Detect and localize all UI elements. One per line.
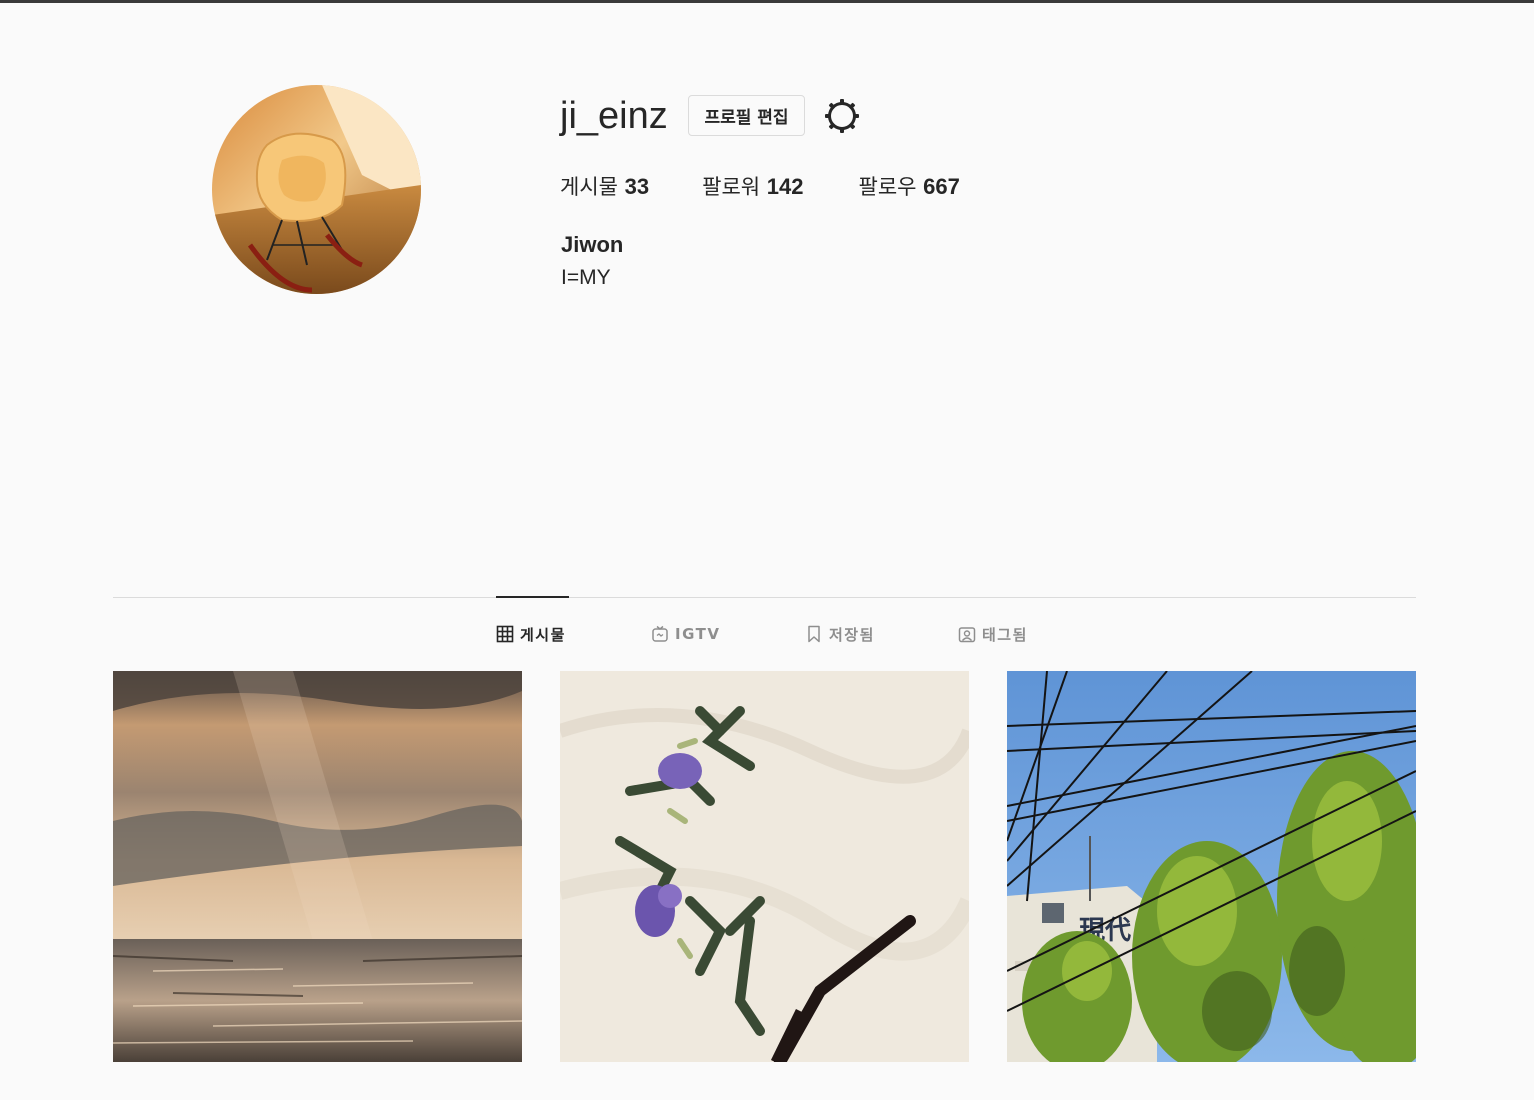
- posts-label: 게시물: [560, 175, 618, 199]
- posts-stat: 게시물 33: [560, 172, 649, 202]
- profile-username: ji_einz: [560, 95, 668, 137]
- profile-stats: 게시물 33 팔로워 142 팔로우 667: [560, 172, 960, 202]
- igtv-icon: [652, 625, 668, 642]
- tab-tagged[interactable]: 태그됨: [958, 622, 1028, 646]
- followers-count: 142: [766, 174, 804, 199]
- followers-stat[interactable]: 팔로워 142: [702, 172, 803, 202]
- tab-igtv-label: IGTV: [675, 625, 721, 643]
- tab-posts-label: 게시물: [520, 625, 566, 644]
- tagged-icon: [958, 627, 976, 643]
- active-tab-indicator: [496, 596, 569, 598]
- following-label: 팔로우: [858, 175, 917, 199]
- tab-saved-label: 저장됨: [829, 625, 875, 644]
- tabs-divider: [113, 597, 1416, 598]
- bookmark-icon: [808, 625, 820, 643]
- window-top-border: [0, 0, 1534, 3]
- edit-profile-button[interactable]: 프로필 편집: [688, 95, 805, 136]
- settings-gear-icon[interactable]: [823, 97, 861, 135]
- following-stat[interactable]: 팔로우 667: [859, 172, 960, 202]
- sea-sunset-image: [113, 671, 522, 1062]
- avatar-chair-image: [212, 85, 421, 294]
- post-thumbnail-sea-sunset[interactable]: [113, 671, 522, 1062]
- post-thumbnail-power-lines-trees[interactable]: 現代: [1007, 671, 1416, 1062]
- post-thumbnail-floral-sweater[interactable]: [560, 671, 969, 1062]
- power-lines-trees-image: 現代: [1007, 671, 1416, 1062]
- profile-full-name: Jiwon: [561, 232, 624, 257]
- following-count: 667: [923, 174, 960, 199]
- profile-bio: I=MY: [561, 266, 611, 289]
- tab-igtv[interactable]: IGTV: [651, 622, 720, 646]
- followers-label: 팔로워: [702, 175, 761, 199]
- tab-posts[interactable]: 게시물: [496, 622, 566, 646]
- floral-sweater-image: [560, 671, 969, 1062]
- profile-avatar[interactable]: [212, 85, 421, 294]
- tab-tagged-label: 태그됨: [982, 625, 1028, 644]
- grid-icon: [496, 625, 514, 643]
- tab-saved[interactable]: 저장됨: [805, 622, 875, 646]
- posts-count: 33: [624, 174, 650, 199]
